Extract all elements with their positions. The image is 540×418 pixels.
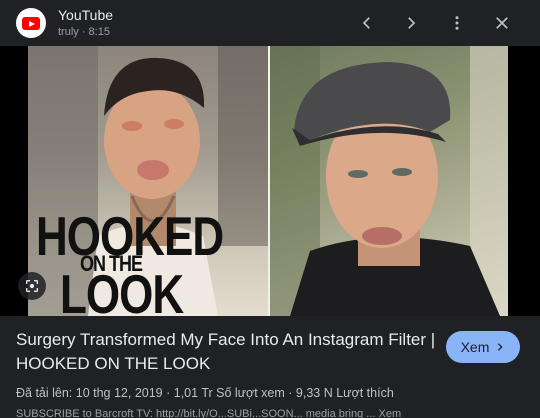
video-title[interactable]: Surgery Transformed My Face Into An Inst…	[16, 328, 436, 376]
source-info: truly · 8:15	[58, 26, 110, 38]
video-description: SUBSCRIBE to Barcroft TV: http://bit.ly/…	[16, 408, 402, 418]
next-button[interactable]	[398, 10, 424, 36]
video-meta: Đã tải lên: 10 thg 12, 2019 · 1,01 Tr Số…	[16, 386, 394, 400]
video-thumbnail[interactable]: HOOKED ON THE LOOK	[0, 46, 540, 316]
close-icon	[496, 17, 508, 29]
panel-header: YouTube truly · 8:15	[0, 0, 540, 46]
view-button[interactable]: Xem	[446, 331, 520, 363]
more-options-button[interactable]	[444, 10, 470, 36]
close-button[interactable]	[489, 10, 515, 36]
view-button-label: Xem	[460, 339, 490, 355]
youtube-icon	[16, 8, 46, 38]
more-vert-icon	[455, 16, 459, 30]
chevron-right-icon	[498, 343, 503, 351]
chevron-left-icon	[362, 17, 370, 29]
thumbnail-right-photo	[270, 46, 508, 316]
google-lens-icon	[26, 280, 38, 292]
previous-button[interactable]	[354, 10, 380, 36]
chevron-right-icon	[408, 17, 416, 29]
person-after-image	[270, 46, 508, 316]
thumbnail-left-photo: HOOKED ON THE LOOK	[28, 46, 268, 316]
overlay-title-look: LOOK	[60, 264, 184, 316]
app-name: YouTube	[58, 7, 114, 23]
google-lens-button[interactable]	[18, 272, 46, 300]
